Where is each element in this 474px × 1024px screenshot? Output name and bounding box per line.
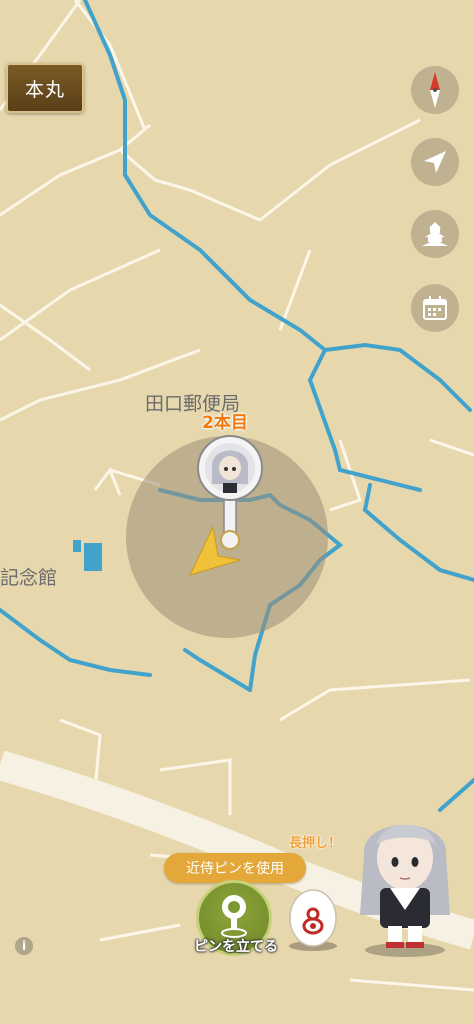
pin-count-label: 2本目 (202, 413, 248, 433)
calendar-button[interactable] (411, 284, 459, 332)
castle-icon (422, 222, 448, 246)
locate-button[interactable] (411, 138, 459, 186)
map-label-memorial-hall: 記念館 (0, 567, 58, 589)
locate-arrow-icon (424, 151, 446, 173)
use-attendant-pin-button[interactable]: 近侍ピンを使用 (164, 853, 306, 883)
place-pin-label: ピンを立てる (194, 939, 278, 955)
building (73, 540, 81, 552)
compass-button[interactable] (411, 66, 459, 114)
honmaru-button[interactable]: 本丸 (6, 63, 84, 113)
gourd-item-button[interactable] (287, 886, 339, 952)
compass-icon (430, 72, 440, 108)
map-pin-icon (221, 895, 247, 938)
attendant-character[interactable] (350, 800, 460, 960)
info-icon[interactable]: i (15, 937, 33, 955)
long-press-hint: 長押し！ (289, 836, 342, 851)
building (84, 543, 102, 571)
calendar-icon (423, 296, 447, 320)
placed-pin[interactable] (188, 434, 272, 554)
castle-button[interactable] (411, 210, 459, 258)
